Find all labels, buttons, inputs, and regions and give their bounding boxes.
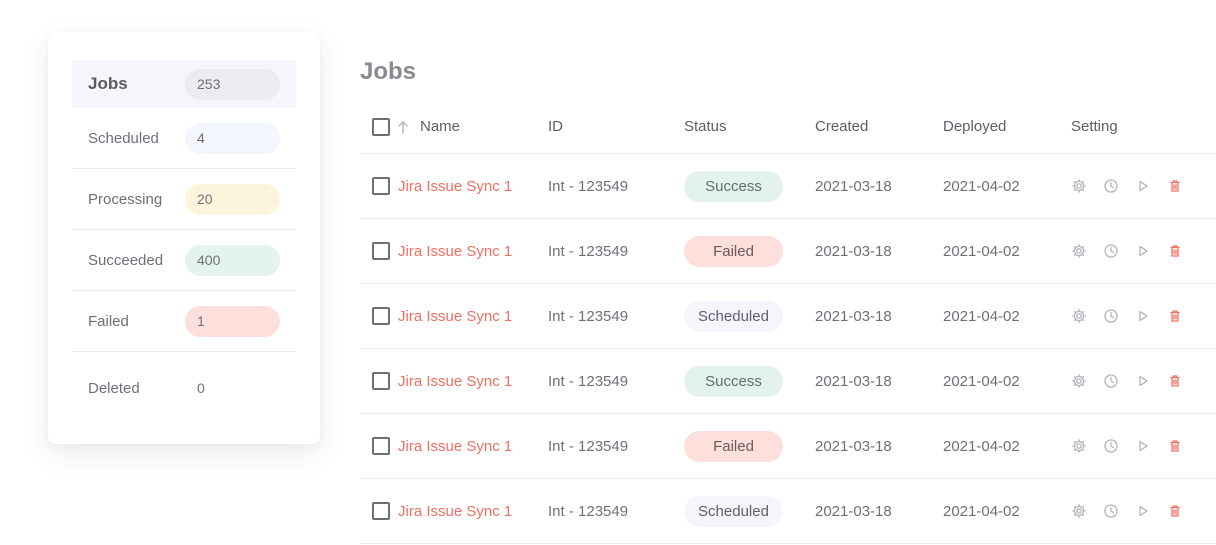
deployed-date: 2021-04-02 xyxy=(943,437,1020,455)
column-header-status[interactable]: Status xyxy=(684,100,727,153)
sidebar-item-jobs[interactable]: Jobs 253 xyxy=(72,60,296,108)
trash-icon[interactable] xyxy=(1167,438,1183,454)
sidebar-item-label: Failed xyxy=(88,312,129,330)
created-date: 2021-03-18 xyxy=(815,242,892,260)
clock-icon[interactable] xyxy=(1103,373,1119,389)
deployed-date: 2021-04-02 xyxy=(943,177,1020,195)
deployed-date: 2021-04-02 xyxy=(943,372,1020,390)
page-title: Jobs xyxy=(360,58,417,85)
row-checkbox[interactable] xyxy=(372,242,390,260)
job-id: Int - 123549 xyxy=(548,502,629,520)
table-row: Jira Issue Sync 1 Int - 123549 Success 2… xyxy=(360,349,1216,414)
sidebar-item-deleted[interactable]: Deleted 0 xyxy=(72,352,296,424)
sidebar-item-label: Scheduled xyxy=(88,129,159,147)
gear-icon[interactable] xyxy=(1071,308,1087,324)
sidebar-item-scheduled[interactable]: Scheduled 4 xyxy=(72,108,296,169)
status-badge: Failed xyxy=(684,235,783,267)
gear-icon[interactable] xyxy=(1071,503,1087,519)
status-badge: Scheduled xyxy=(684,300,783,332)
deployed-date: 2021-04-02 xyxy=(943,242,1020,260)
row-checkbox[interactable] xyxy=(372,437,390,455)
count-badge: 4 xyxy=(185,122,280,154)
gear-icon[interactable] xyxy=(1071,373,1087,389)
play-icon[interactable] xyxy=(1135,308,1151,324)
count-badge: 0 xyxy=(197,379,205,396)
sidebar-item-label: Succeeded xyxy=(88,251,164,269)
clock-icon[interactable] xyxy=(1103,308,1119,324)
clock-icon[interactable] xyxy=(1103,438,1119,454)
table-row: Jira Issue Sync 1 Int - 123549 Scheduled… xyxy=(360,284,1216,349)
job-id: Int - 123549 xyxy=(548,177,629,195)
clock-icon[interactable] xyxy=(1103,243,1119,259)
column-header-setting: Setting xyxy=(1071,118,1118,135)
trash-icon[interactable] xyxy=(1167,243,1183,259)
table-header: Name ID Status Created Deployed Setting xyxy=(360,100,1216,154)
status-badge: Failed xyxy=(684,430,783,462)
sidebar-item-failed[interactable]: Failed 1 xyxy=(72,291,296,352)
status-badge: Scheduled xyxy=(684,495,783,527)
column-header-deployed[interactable]: Deployed xyxy=(943,100,1006,153)
clock-icon[interactable] xyxy=(1103,178,1119,194)
trash-icon[interactable] xyxy=(1167,178,1183,194)
table-row: Jira Issue Sync 1 Int - 123549 Failed 20… xyxy=(360,414,1216,479)
status-badge: Success xyxy=(684,170,783,202)
trash-icon[interactable] xyxy=(1167,308,1183,324)
job-id: Int - 123549 xyxy=(548,437,629,455)
job-id: Int - 123549 xyxy=(548,307,629,325)
select-all-checkbox[interactable] xyxy=(372,117,390,136)
clock-icon[interactable] xyxy=(1103,503,1119,519)
table-row: Jira Issue Sync 1 Int - 123549 Success 2… xyxy=(360,154,1216,219)
created-date: 2021-03-18 xyxy=(815,437,892,455)
job-name-link[interactable]: Jira Issue Sync 1 xyxy=(398,503,512,520)
play-icon[interactable] xyxy=(1135,178,1151,194)
trash-icon[interactable] xyxy=(1167,373,1183,389)
count-badge: 1 xyxy=(185,305,280,337)
deployed-date: 2021-04-02 xyxy=(943,307,1020,325)
row-checkbox[interactable] xyxy=(372,177,390,195)
count-badge: 20 xyxy=(185,183,280,215)
row-checkbox[interactable] xyxy=(372,307,390,325)
job-summary-card: Jobs 253 Scheduled 4 Processing 20 Succe… xyxy=(48,32,320,444)
column-header-id[interactable]: ID xyxy=(548,100,563,153)
created-date: 2021-03-18 xyxy=(815,177,892,195)
play-icon[interactable] xyxy=(1135,243,1151,259)
status-badge: Success xyxy=(684,365,783,397)
gear-icon[interactable] xyxy=(1071,243,1087,259)
gear-icon[interactable] xyxy=(1071,178,1087,194)
sidebar-item-label: Deleted xyxy=(88,379,140,397)
column-header-created[interactable]: Created xyxy=(815,100,868,153)
sort-arrow-up-icon[interactable] xyxy=(398,120,408,134)
job-id: Int - 123549 xyxy=(548,242,629,260)
sidebar-item-label: Processing xyxy=(88,190,163,208)
row-checkbox[interactable] xyxy=(372,502,390,520)
play-icon[interactable] xyxy=(1135,438,1151,454)
play-icon[interactable] xyxy=(1135,373,1151,389)
job-name-link[interactable]: Jira Issue Sync 1 xyxy=(398,243,512,260)
job-name-link[interactable]: Jira Issue Sync 1 xyxy=(398,308,512,325)
job-name-link[interactable]: Jira Issue Sync 1 xyxy=(398,373,512,390)
row-checkbox[interactable] xyxy=(372,372,390,390)
created-date: 2021-03-18 xyxy=(815,372,892,390)
sidebar-item-processing[interactable]: Processing 20 xyxy=(72,169,296,230)
deployed-date: 2021-04-02 xyxy=(943,502,1020,520)
column-header-name[interactable]: Name xyxy=(420,100,460,153)
table-row: Jira Issue Sync 1 Int - 123549 Failed 20… xyxy=(360,219,1216,284)
count-badge: 253 xyxy=(185,68,280,100)
trash-icon[interactable] xyxy=(1167,503,1183,519)
table-row: Jira Issue Sync 1 Int - 123549 Scheduled… xyxy=(360,479,1216,544)
sidebar-item-label: Jobs xyxy=(88,74,128,93)
sidebar-item-succeeded[interactable]: Succeeded 400 xyxy=(72,230,296,291)
job-name-link[interactable]: Jira Issue Sync 1 xyxy=(398,438,512,455)
job-id: Int - 123549 xyxy=(548,372,629,390)
created-date: 2021-03-18 xyxy=(815,502,892,520)
count-badge: 400 xyxy=(185,244,280,276)
created-date: 2021-03-18 xyxy=(815,307,892,325)
gear-icon[interactable] xyxy=(1071,438,1087,454)
play-icon[interactable] xyxy=(1135,503,1151,519)
job-name-link[interactable]: Jira Issue Sync 1 xyxy=(398,178,512,195)
